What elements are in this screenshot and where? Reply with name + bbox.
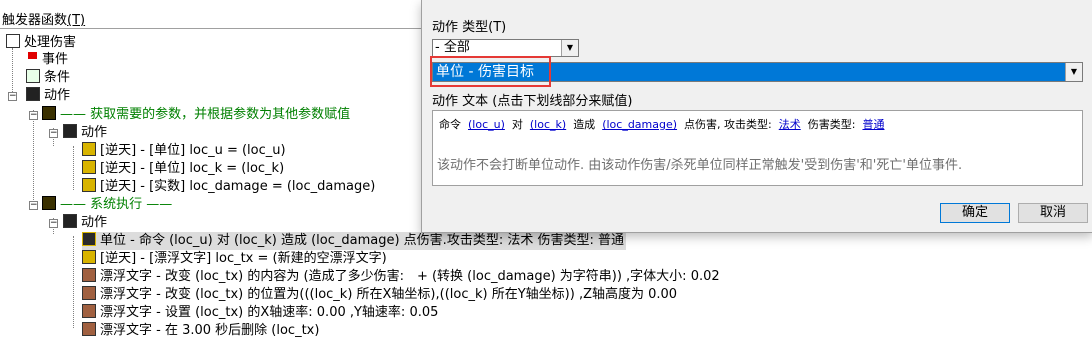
action-text-delete[interactable]: 漂浮文字 - 在 3.00 秒后删除 (loc_tx) bbox=[82, 322, 319, 340]
param-damage-type-link[interactable]: 普通 bbox=[862, 118, 884, 131]
floating-text-icon bbox=[82, 268, 96, 282]
action-set-loc-k[interactable]: [逆天] - [单位] loc_k = (loc_k) bbox=[82, 160, 284, 178]
action-type-value: - 全部 bbox=[435, 40, 470, 55]
tree-root[interactable]: 处理伤害 bbox=[6, 34, 76, 52]
tree-conditions[interactable]: 条件 bbox=[26, 69, 70, 87]
action-text-box: 命令 (loc_u) 对 (loc_k) 造成 (loc_damage) 点伤害… bbox=[432, 110, 1083, 186]
tree-line bbox=[73, 236, 74, 328]
comment-block-icon bbox=[42, 196, 56, 210]
set-variable-icon bbox=[82, 160, 96, 174]
action-text-template: 命令 (loc_u) 对 (loc_k) 造成 (loc_damage) 点伤害… bbox=[439, 118, 885, 131]
action-set-loc-u[interactable]: [逆天] - [单位] loc_u = (loc_u) bbox=[82, 142, 286, 160]
collapse-toggle[interactable]: − bbox=[8, 92, 17, 101]
flag-icon bbox=[26, 51, 38, 65]
collapse-toggle[interactable]: − bbox=[29, 201, 38, 210]
action-type-select[interactable]: - 全部 ▼ bbox=[432, 39, 579, 57]
tree-sub-actions-2[interactable]: 动作 bbox=[63, 214, 107, 232]
param-loc-damage-link[interactable]: (loc_damage) bbox=[602, 118, 677, 131]
action-dialog: 动作 类型(T) - 全部 ▼ 单位 - 伤害目标 ▼ 动作 文本 (点击下划线… bbox=[421, 0, 1092, 233]
panel-title: 触发器函数(T) bbox=[2, 13, 86, 28]
tree-comment-params[interactable]: —— 获取需要的参数，并根据参数为其他参数赋值 bbox=[42, 106, 350, 124]
action-description: 该动作不会打断单位动作. 由该动作伤害/杀死单位同样正常触发'受到伤害'和'死亡… bbox=[437, 158, 963, 173]
condition-icon bbox=[26, 69, 40, 83]
comment-block-icon bbox=[42, 106, 56, 120]
tree-line bbox=[12, 48, 13, 92]
floating-text-icon bbox=[82, 304, 96, 318]
action-text-label: 动作 文本 (点击下划线部分来赋值) bbox=[432, 94, 633, 109]
floating-text-icon bbox=[82, 286, 96, 300]
floating-text-icon bbox=[82, 322, 96, 336]
action-set-loc-damage[interactable]: [逆天] - [实数] loc_damage = (loc_damage) bbox=[82, 178, 375, 196]
document-icon bbox=[6, 34, 20, 48]
tree-line bbox=[33, 110, 34, 210]
param-attack-type-link[interactable]: 法术 bbox=[779, 118, 801, 131]
tree-comment-system[interactable]: —— 系统执行 —— bbox=[42, 196, 172, 214]
collapse-toggle[interactable]: − bbox=[49, 219, 58, 228]
chevron-down-icon[interactable]: ▼ bbox=[561, 40, 578, 56]
set-variable-icon bbox=[82, 142, 96, 156]
collapse-toggle[interactable]: − bbox=[49, 129, 58, 138]
clapperboard-icon bbox=[63, 214, 77, 228]
action-set-loc-tx[interactable]: [逆天] - [漂浮文字] loc_tx = (新建的空漂浮文字) bbox=[82, 250, 387, 268]
clapperboard-icon bbox=[63, 124, 77, 138]
highlight-box bbox=[430, 56, 551, 87]
unit-icon bbox=[82, 232, 96, 246]
action-text-content[interactable]: 漂浮文字 - 改变 (loc_tx) 的内容为 (造成了多少伤害: + (转换 … bbox=[82, 268, 720, 286]
action-text-velocity[interactable]: 漂浮文字 - 设置 (loc_tx) 的X轴速率: 0.00 ,Y轴速率: 0.… bbox=[82, 304, 438, 322]
tree-sub-actions-1[interactable]: 动作 bbox=[63, 124, 107, 142]
trigger-functions-header: 触发器函数(T) bbox=[0, 0, 430, 30]
tree-events[interactable]: 事件 bbox=[26, 51, 68, 69]
tree-line bbox=[73, 146, 74, 190]
ok-button[interactable]: 确定 bbox=[940, 203, 1010, 223]
tree-actions[interactable]: 动作 bbox=[26, 87, 70, 105]
action-unit-damage-target[interactable]: 单位 - 命令 (loc_u) 对 (loc_k) 造成 (loc_damage… bbox=[82, 232, 626, 250]
param-loc-k-link[interactable]: (loc_k) bbox=[530, 118, 566, 131]
header-divider bbox=[0, 28, 430, 29]
set-variable-icon bbox=[82, 178, 96, 192]
param-loc-u-link[interactable]: (loc_u) bbox=[468, 118, 505, 131]
clapperboard-icon bbox=[26, 87, 40, 101]
cancel-button[interactable]: 取消 bbox=[1018, 203, 1088, 223]
set-variable-icon bbox=[82, 250, 96, 264]
action-type-label: 动作 类型(T) bbox=[432, 20, 507, 35]
collapse-toggle[interactable]: − bbox=[29, 111, 38, 120]
chevron-down-icon[interactable]: ▼ bbox=[1065, 63, 1082, 81]
action-text-position[interactable]: 漂浮文字 - 改变 (loc_tx) 的位置为(((loc_k) 所在X轴坐标)… bbox=[82, 286, 677, 304]
